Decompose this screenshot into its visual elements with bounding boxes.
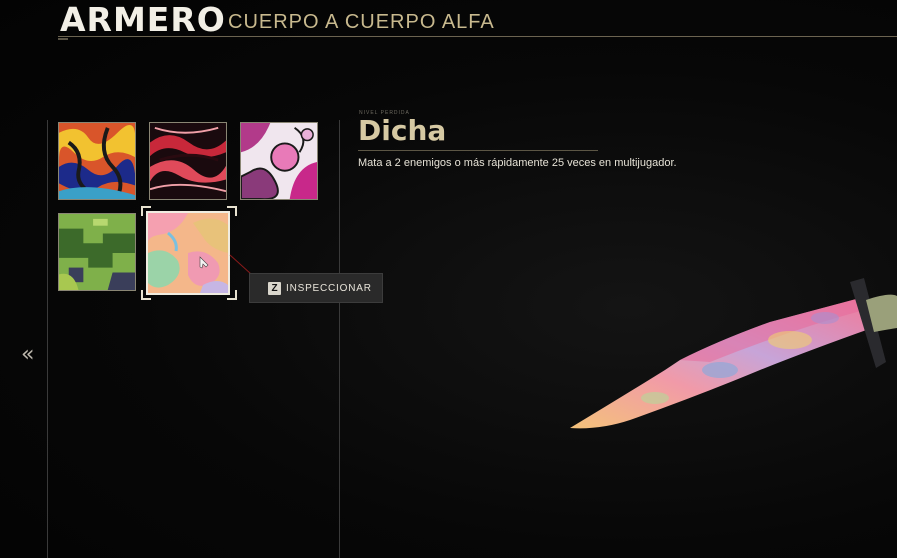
camo-tile-4[interactable] [58,213,136,291]
inspect-button[interactable]: Z INSPECCIONAR [249,273,383,303]
camo-tile-1[interactable] [58,122,136,200]
camo-pattern-bliss-icon [148,213,228,293]
selection-corner-tr [227,206,237,216]
camo-pattern-graffiti-icon [59,123,135,199]
header-tick [58,38,68,40]
selection-corner-bl [141,290,151,300]
knife-preview-image [570,278,897,429]
panel-divider [339,120,340,558]
skin-name: Dicha [358,114,447,147]
camo-pattern-swirl-red-icon [150,123,226,199]
camo-pattern-pink-floral-icon [241,123,317,199]
key-z-icon: Z [268,282,281,295]
skin-divider [358,150,598,151]
camo-tile-2[interactable] [149,122,227,200]
camo-pattern-green-digital-icon [59,214,135,290]
selection-corner-br [227,290,237,300]
inspect-label: INSPECCIONAR [286,283,372,294]
double-chevron-left-icon: « [21,342,35,367]
back-button[interactable]: « [21,342,35,367]
grid-left-border [47,120,48,558]
page-subtitle: CUERPO A CUERPO ALFA [228,11,495,33]
camo-tile-3[interactable] [240,122,318,200]
camo-tile-5-selected[interactable] [146,211,230,295]
selection-corner-tl [141,206,151,216]
skin-description: Mata a 2 enemigos o más rápidamente 25 v… [358,157,677,169]
page-title: ARMERO [60,0,226,39]
header-divider [58,36,897,37]
